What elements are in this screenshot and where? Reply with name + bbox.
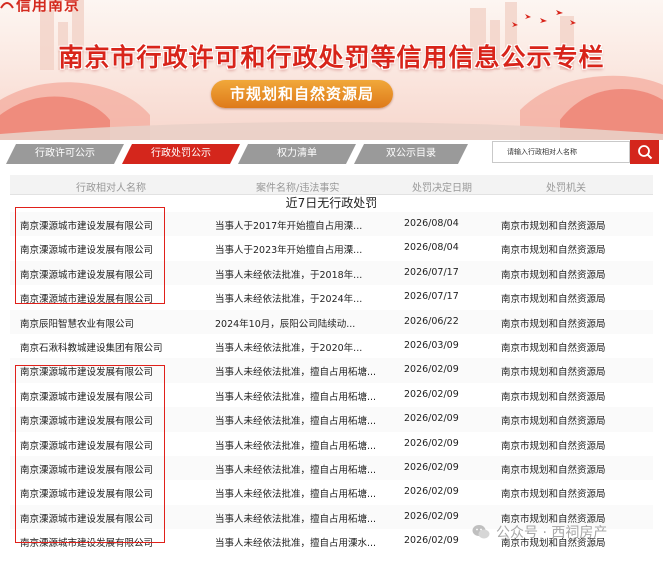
- row-case[interactable]: 当事人未经依法批准，擅自占用溧水...: [215, 535, 375, 549]
- row-case[interactable]: 当事人未经依法批准，擅自占用柘塘...: [215, 389, 375, 403]
- row-date: 2026/02/09: [404, 388, 459, 400]
- logo-icon: [0, 2, 14, 9]
- row-org: 南京市规划和自然资源局: [501, 416, 606, 428]
- row-org: 南京市规划和自然资源局: [501, 342, 606, 354]
- search-input[interactable]: 请输入行政相对人名称: [492, 141, 630, 163]
- row-case[interactable]: 当事人于2023年开始擅自占用溧...: [215, 242, 375, 256]
- row-org: 南京市规划和自然资源局: [501, 391, 606, 403]
- row-case[interactable]: 当事人未经依法批准，于2020年...: [215, 340, 375, 354]
- row-case[interactable]: 当事人未经依法批准，擅自占用柘塘...: [215, 511, 375, 525]
- row-org: 南京市规划和自然资源局: [501, 294, 606, 306]
- row-case[interactable]: 当事人未经依法批准，擅自占用柘塘...: [215, 364, 375, 378]
- tab-admin-penalty[interactable]: 行政处罚公示: [122, 144, 240, 164]
- wechat-icon: [472, 525, 490, 539]
- watermark-text: 公众号 · 西祠房产: [496, 525, 608, 541]
- header-date: 处罚决定日期: [412, 183, 472, 194]
- row-date: 2026/02/09: [404, 486, 459, 498]
- row-case[interactable]: 当事人未经依法批准，擅自占用柘塘...: [215, 486, 375, 500]
- row-org: 南京市规划和自然资源局: [501, 367, 606, 379]
- tab-power-list[interactable]: 权力清单: [238, 144, 356, 164]
- search-button[interactable]: [630, 140, 659, 164]
- row-date: 2026/03/09: [404, 339, 459, 351]
- row-date: 2026/02/09: [404, 437, 459, 449]
- row-case[interactable]: 当事人未经依法批准，擅自占用柘塘...: [215, 438, 375, 452]
- row-date: 2026/08/04: [404, 218, 459, 229]
- header-case: 案件名称/违法事实: [256, 183, 340, 194]
- row-org: 南京市规划和自然资源局: [501, 440, 606, 452]
- row-date: 2026/02/09: [404, 413, 459, 425]
- row-org: 南京市规划和自然资源局: [501, 489, 606, 501]
- row-date: 2026/06/22: [404, 315, 459, 327]
- row-date: 2026/02/09: [404, 364, 459, 376]
- row-case[interactable]: 当事人未经依法批准，擅自占用柘塘...: [215, 462, 375, 476]
- header-org: 处罚机关: [546, 183, 586, 194]
- table-row[interactable]: 南京石湫科教城建设集团有限公司 当事人未经依法批准，于2020年... 2026/0…: [10, 334, 653, 358]
- row-org: 南京市规划和自然资源局: [501, 464, 606, 476]
- row-case[interactable]: 2024年10月，辰阳公司陆续动...: [215, 316, 375, 330]
- row-org: 南京市规划和自然资源局: [501, 245, 606, 257]
- page: 信用南京 南京市行政许可和行政处罚等信用信息公示专栏 市规划和自然资源局 行政许…: [0, 0, 663, 562]
- row-org: 南京市规划和自然资源局: [501, 269, 606, 281]
- header-banner: 信用南京 南京市行政许可和行政处罚等信用信息公示专栏 市规划和自然资源局: [0, 0, 663, 140]
- row-date: 2026/02/09: [404, 510, 459, 522]
- row-date: 2026/02/09: [404, 535, 459, 547]
- row-case[interactable]: 当事人未经依法批准，于2018年...: [215, 267, 375, 281]
- header-name: 行政相对人名称: [76, 183, 146, 194]
- row-date: 2026/08/04: [404, 242, 459, 254]
- row-case[interactable]: 当事人于2017年开始擅自占用溧...: [215, 218, 375, 232]
- highlight-box-bottom: [15, 365, 165, 543]
- tab-admin-license[interactable]: 行政许可公示: [6, 144, 124, 164]
- row-date: 2026/02/09: [404, 461, 459, 473]
- row-name: 南京辰阳智慧农业有限公司: [20, 318, 135, 330]
- search-icon: [637, 145, 652, 160]
- row-org: 南京市规划和自然资源局: [501, 318, 606, 330]
- row-date: 2026/07/17: [404, 291, 459, 303]
- watermark: 公众号 · 西祠房产: [472, 522, 607, 542]
- tab-dual-disclosure[interactable]: 双公示目录: [354, 144, 468, 164]
- site-logo-text[interactable]: 信用南京: [16, 0, 80, 15]
- table-header: 行政相对人名称 案件名称/违法事实 处罚决定日期 处罚机关: [10, 175, 653, 195]
- page-title: 南京市行政许可和行政处罚等信用信息公示专栏: [58, 43, 605, 72]
- row-org: 南京市规划和自然资源局: [501, 221, 606, 232]
- department-title: 市规划和自然资源局: [211, 80, 393, 108]
- row-date: 2026/07/17: [404, 266, 459, 278]
- row-case[interactable]: 当事人未经依法批准，擅自占用柘塘...: [215, 413, 375, 427]
- row-name: 南京石湫科教城建设集团有限公司: [20, 342, 163, 354]
- row-case[interactable]: 当事人未经依法批准，于2024年...: [215, 291, 375, 305]
- highlight-box-top: [15, 207, 165, 304]
- table-row[interactable]: 南京辰阳智慧农业有限公司 2024年10月，辰阳公司陆续动... 2026/06/2…: [10, 309, 653, 334]
